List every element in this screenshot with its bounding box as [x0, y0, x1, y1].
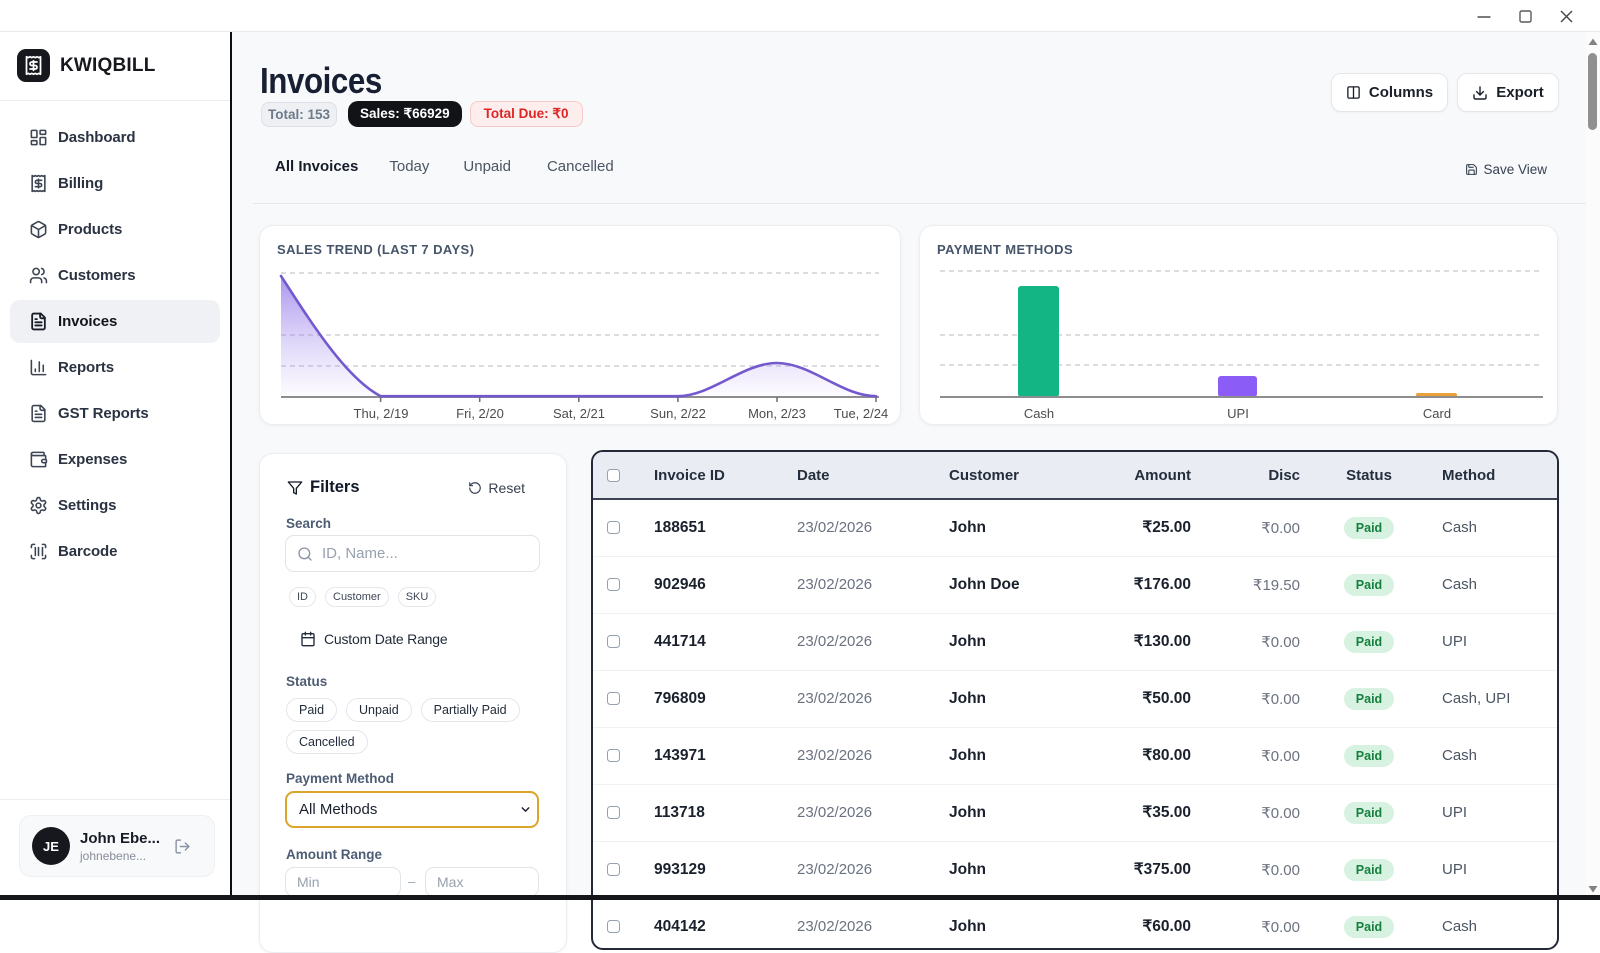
svg-text:Card: Card — [1423, 406, 1451, 421]
svg-text:Thu, 2/19: Thu, 2/19 — [354, 406, 409, 421]
svg-text:Fri, 2/20: Fri, 2/20 — [456, 406, 504, 421]
svg-text:Mon, 2/23: Mon, 2/23 — [748, 406, 806, 421]
svg-text:Sun, 2/22: Sun, 2/22 — [650, 406, 706, 421]
svg-text:UPI: UPI — [1227, 406, 1249, 421]
svg-text:Sat, 2/21: Sat, 2/21 — [553, 406, 605, 421]
svg-text:Tue, 2/24: Tue, 2/24 — [834, 406, 888, 421]
svg-text:Cash: Cash — [1024, 406, 1054, 421]
